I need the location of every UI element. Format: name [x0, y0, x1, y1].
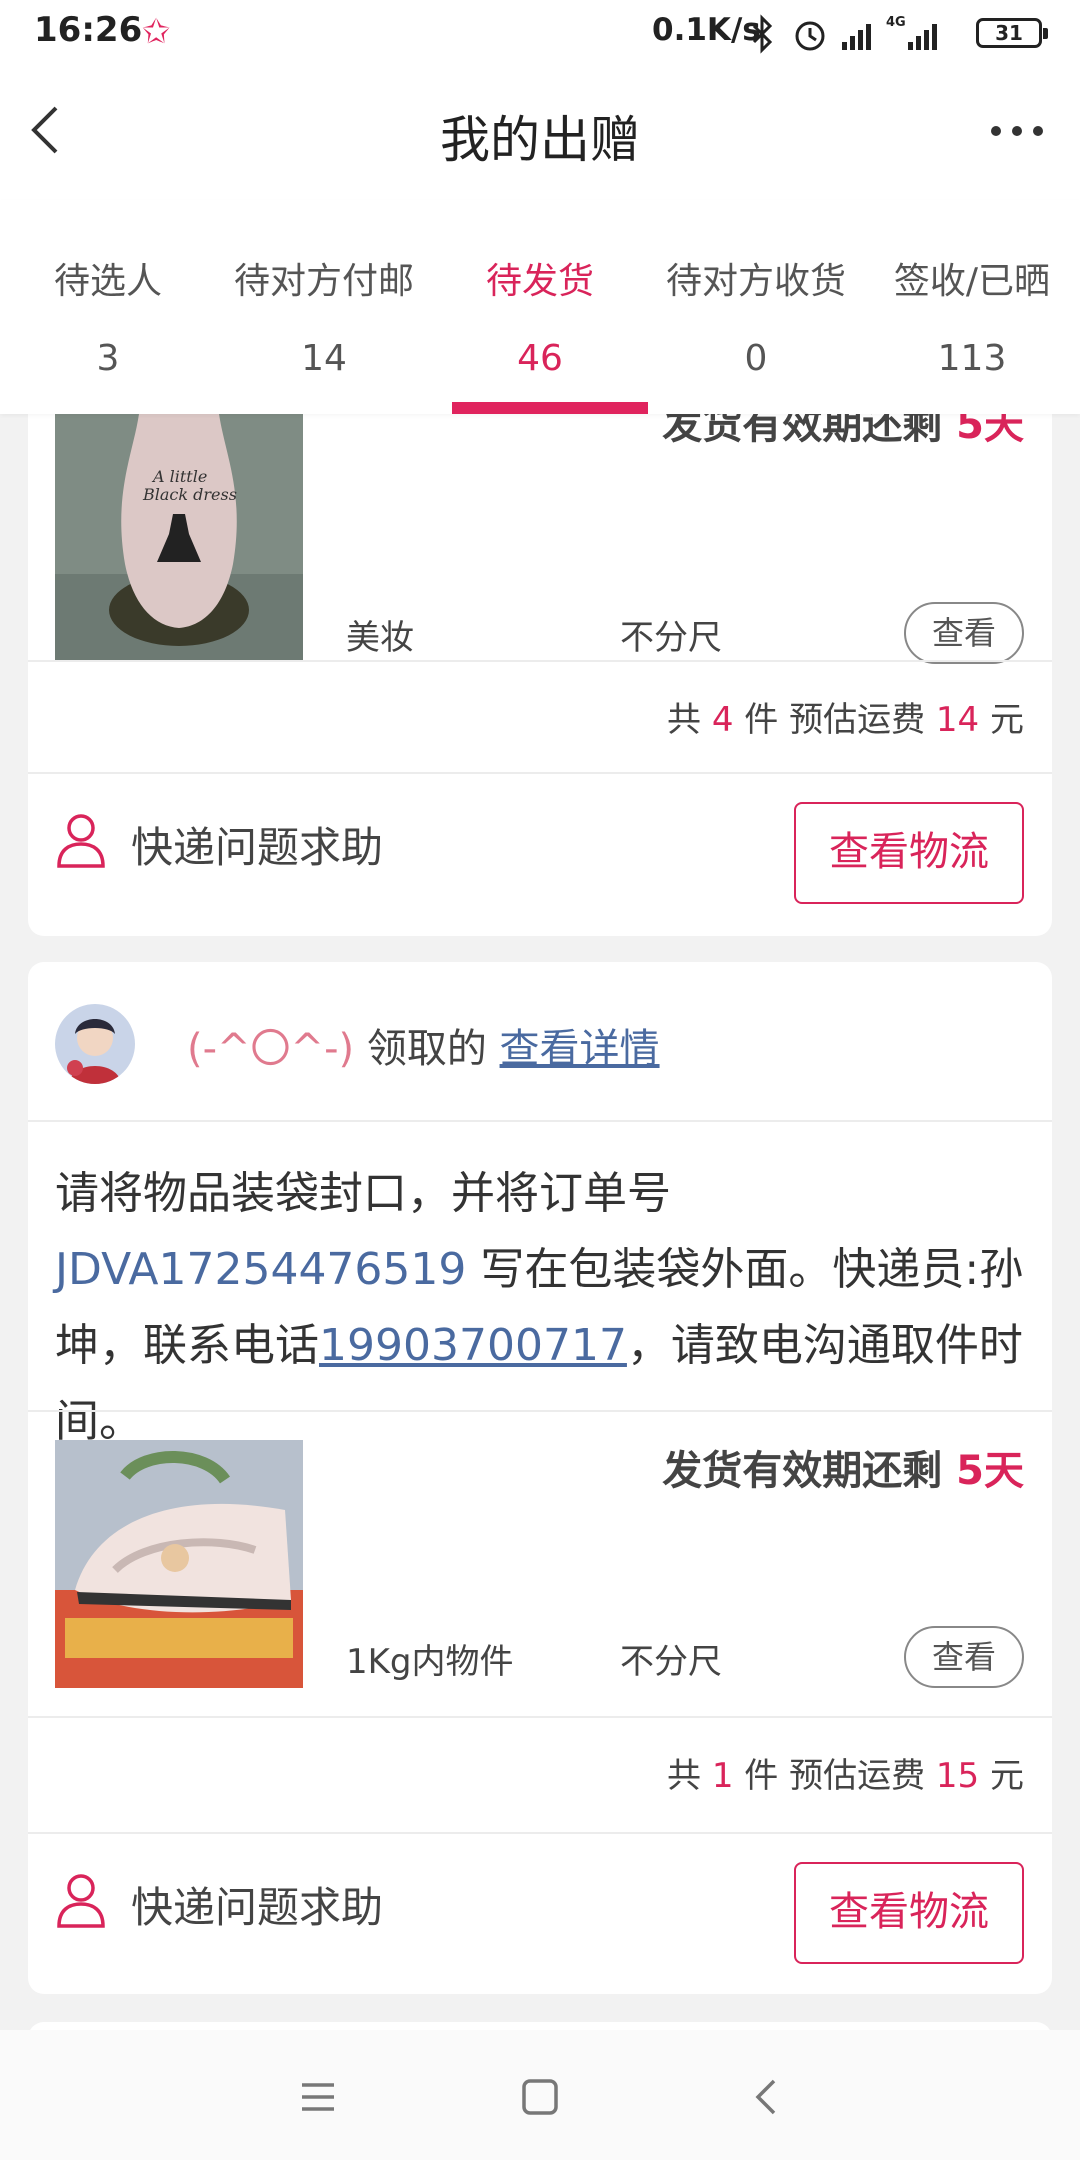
status-bar: 16:26 ✩ 0.1K/s 4G 31: [0, 0, 1080, 66]
view-item-button[interactable]: 查看: [904, 1626, 1024, 1688]
svg-text:A little: A little: [151, 467, 207, 486]
item-size: 不分尺: [620, 618, 722, 658]
item-size: 不分尺: [620, 1642, 722, 1682]
item-count: 4: [711, 700, 734, 740]
network-type-label: 4G: [886, 15, 906, 30]
claimer-text: (-^〇^-) 领取的 查看详情: [187, 1016, 660, 1074]
claimed-suffix: 领取的: [366, 1026, 487, 1072]
tab-count: 46: [517, 338, 563, 379]
tab-active-underline: [452, 402, 648, 414]
iron-image: [55, 1440, 303, 1688]
item-count: 1: [711, 1756, 734, 1796]
help-label: 快递问题求助: [131, 1883, 384, 1932]
status-icons: 4G: [752, 14, 937, 54]
status-tabs: 待选人 3 待对方付邮 14 待发货 46 待对方收货 0 签收/已晒 113: [0, 200, 1080, 414]
tab-pending-postage[interactable]: 待对方付邮 14: [216, 200, 432, 414]
network-speed: 0.1K/s: [652, 12, 761, 48]
tab-count: 14: [301, 338, 347, 379]
user-icon: [57, 814, 105, 868]
bluetooth-icon: [752, 14, 773, 54]
expiry-notice: 发货有效期还剩 5天: [662, 1438, 1024, 1496]
system-nav-bar: [0, 2030, 1080, 2160]
tab-count: 113: [937, 338, 1007, 379]
view-item-button[interactable]: 查看: [904, 602, 1024, 664]
tab-count: 0: [744, 338, 768, 379]
order-summary: 共 1 件 预估运费 15 元: [667, 1748, 1024, 1797]
tab-pending-receive[interactable]: 待对方收货 0: [648, 200, 864, 414]
shipping-fee: 14: [935, 700, 980, 740]
expiry-label: 发货有效期还剩: [662, 1448, 943, 1494]
order-card: 发货有效期还剩 5天 A little Black dress 美妆 不分尺 查…: [28, 370, 1052, 936]
order-summary: 共 4 件 预估运费 14 元: [667, 692, 1024, 741]
signal-icon: [842, 24, 871, 50]
user-icon: [57, 1874, 105, 1928]
summary-unit: 元: [990, 700, 1024, 740]
summary-mid: 件 预估运费: [744, 1756, 926, 1796]
back-nav-icon[interactable]: [746, 2075, 790, 2119]
view-details-link[interactable]: 查看详情: [500, 1026, 660, 1072]
tab-signed-shared[interactable]: 签收/已晒 113: [864, 200, 1080, 414]
divider: [28, 772, 1052, 774]
order-number: JDVA17254476519: [55, 1244, 467, 1295]
divider: [28, 1120, 1052, 1122]
summary-prefix: 共: [667, 1756, 702, 1796]
summary-prefix: 共: [667, 700, 702, 740]
divider: [28, 660, 1052, 662]
tab-label: 待发货: [485, 261, 594, 302]
menu-icon[interactable]: [296, 2075, 340, 2119]
summary-unit: 元: [990, 1756, 1024, 1796]
svg-text:Black dress: Black dress: [142, 485, 237, 504]
bottle-image: A little Black dress: [55, 414, 303, 662]
claimer-name: (-^〇^-): [187, 1026, 355, 1072]
courier-phone-link[interactable]: 19903700717: [319, 1320, 627, 1371]
home-icon[interactable]: [518, 2075, 562, 2119]
divider: [28, 1832, 1052, 1834]
alarm-icon: [795, 21, 825, 51]
tab-pending-ship[interactable]: 待发货 46: [432, 200, 648, 414]
tab-label: 签收/已晒: [893, 261, 1051, 302]
tab-label: 待对方付邮: [233, 261, 414, 302]
avatar[interactable]: [55, 1004, 135, 1084]
divider: [28, 1410, 1052, 1412]
shipping-instruction: 请将物品装袋封口，并将订单号 JDVA17254476519 写在包装袋外面。快…: [55, 1156, 1024, 1460]
battery-level: 31: [995, 21, 1023, 45]
shipping-fee: 15: [935, 1756, 980, 1796]
item-category: 1Kg内物件: [346, 1642, 514, 1682]
signal-4g-icon: [908, 24, 937, 50]
screen: 16:26 ✩ 0.1K/s 4G 31 我的出赠 待选人 3 待对方付邮 14…: [0, 0, 1080, 2160]
view-logistics-button[interactable]: 查看物流: [794, 1862, 1024, 1964]
instruction-text: 请将物品装袋封口，并将订单号: [55, 1168, 671, 1219]
expiry-days: 5天: [956, 1448, 1024, 1494]
divider: [28, 1716, 1052, 1718]
tab-pending-select[interactable]: 待选人 3: [0, 200, 216, 414]
product-thumbnail[interactable]: A little Black dress: [55, 414, 303, 662]
summary-mid: 件 预估运费: [744, 700, 926, 740]
view-logistics-button[interactable]: 查看物流: [794, 802, 1024, 904]
help-label: 快递问题求助: [131, 823, 384, 872]
star-icon: ✩: [142, 12, 171, 52]
more-icon[interactable]: [988, 116, 1046, 146]
product-thumbnail[interactable]: [55, 1440, 303, 1688]
tab-count: 3: [96, 338, 120, 379]
page-title: 我的出赠: [440, 111, 640, 169]
item-category: 美妆: [346, 618, 414, 658]
nav-bar: 我的出赠: [0, 66, 1080, 200]
tab-label: 待选人: [53, 261, 162, 302]
battery-icon: 31: [976, 18, 1048, 48]
order-card: (-^〇^-) 领取的 查看详情 请将物品装袋封口，并将订单号 JDVA1725…: [28, 962, 1052, 1994]
tab-label: 待对方收货: [665, 261, 846, 302]
status-time: 16:26: [34, 10, 143, 50]
